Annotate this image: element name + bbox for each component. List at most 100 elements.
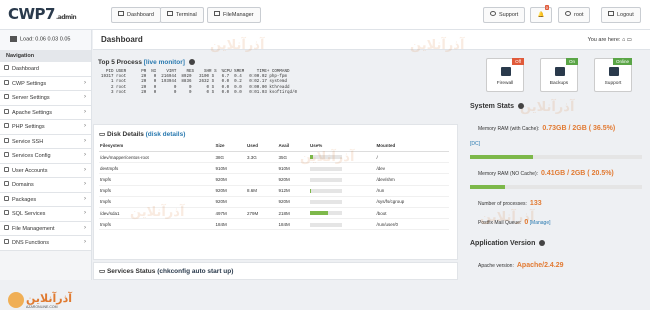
table-row: devtmpfs 910M 910M/dev <box>99 162 449 175</box>
sidebar-item-label: File Management <box>12 225 55 232</box>
usage-bar <box>310 155 342 160</box>
backups-card[interactable]: On Backups <box>540 58 578 92</box>
dashboard-button[interactable]: Dashboard <box>111 7 161 23</box>
status-badge: On <box>565 58 578 65</box>
sidebar-item-cwp-settings[interactable]: CWP Settings › <box>0 76 91 91</box>
logout-button[interactable]: Logout <box>601 7 641 23</box>
menu-icon <box>4 224 9 230</box>
column-header: Use% <box>309 141 376 152</box>
cell-mount: /run/user/0 <box>375 218 449 231</box>
gear-icon[interactable] <box>517 103 524 110</box>
disk-details-link[interactable]: (disk details) <box>146 131 186 138</box>
page-header: Dashboard You are here: ⌂ ▭ <box>93 30 650 50</box>
terminal-button[interactable]: Terminal <box>160 7 204 23</box>
menu-icon <box>4 94 9 100</box>
processes-row: Number of processes: 133 <box>478 200 542 207</box>
chkconfig-link[interactable]: (chkconfig auto start up) <box>157 268 233 275</box>
table-row: /dev/sda1 497M 279M 218M/boot <box>99 207 449 220</box>
process-list: PID USER PR NI VIRT RES SHR S %CPU %MEM … <box>93 70 458 96</box>
chevron-right-icon: › <box>84 224 86 231</box>
firewall-card[interactable]: Off Firewall <box>486 58 524 92</box>
sidebar-item-label: Service SSH <box>12 138 44 145</box>
top5-process-panel: Top 5 Process [live monitor] PID USER PR… <box>93 55 458 120</box>
menu-icon <box>4 137 9 143</box>
cell-fs: /dev/sda1 <box>99 207 215 220</box>
ram-cache-bar <box>470 155 642 159</box>
table-row: /dev/mapper/centos-root 38G 3.3G 35G / <box>99 151 449 164</box>
sidebar-item-sql-services[interactable]: SQL Services › <box>0 207 91 222</box>
menu-icon <box>4 152 9 158</box>
support-button[interactable]: Support <box>483 7 526 23</box>
gear-icon[interactable] <box>188 59 195 66</box>
sidebar-item-php-settings[interactable]: PHP Settings › <box>0 120 91 135</box>
breadcrumb: You are here: ⌂ ▭ <box>587 37 632 43</box>
dc-link[interactable]: [DC] <box>470 141 480 147</box>
cell-mount: /boot <box>375 207 449 220</box>
chevron-right-icon: › <box>84 94 86 100</box>
cell-fs: tmpfs <box>99 185 215 197</box>
cell-fs: tmpfs <box>99 218 215 231</box>
cell-fs: /dev/mapper/centos-root <box>99 151 215 164</box>
cell-size: 910M <box>214 162 246 175</box>
sidebar-item-packages[interactable]: Packages › <box>0 192 91 207</box>
top-bar: CWP7.admin Dashboard Terminal FileManage… <box>0 0 650 30</box>
sidebar-item-label: Domains <box>12 182 34 188</box>
cell-mount: /run <box>375 185 449 197</box>
cwp-logo[interactable]: CWP7.admin <box>8 5 77 23</box>
sidebar-item-dashboard[interactable]: Dashboard <box>0 62 91 77</box>
cell-size: 920M <box>214 196 246 208</box>
sidebar-item-user-accounts[interactable]: User Accounts › <box>0 163 91 178</box>
usage-bar <box>310 177 342 182</box>
usage-bar <box>310 166 342 171</box>
ram-cache-row: Memory RAM (with Cache): 0.73GB / 2GB ( 3… <box>478 125 616 132</box>
usage-bar-cell <box>309 196 376 208</box>
process-row: 3 root 20 0 0 0 0 S 0.0 0.0 0:01.03 ksof… <box>101 90 298 95</box>
backups-icon <box>555 67 565 76</box>
cell-mount: /sys/fs/cgroup <box>375 196 449 208</box>
ram-nocache-bar <box>470 185 642 189</box>
manage-link[interactable]: [Manage] <box>530 220 551 226</box>
chevron-right-icon: › <box>84 210 86 216</box>
disk-table: Filesystem Size Used Avail Use% Mounted /dev/… <box>99 141 449 231</box>
sidebar-item-dns-functions[interactable]: DNS Functions › <box>0 236 91 251</box>
usage-bar-cell <box>309 151 376 164</box>
sidebar-item-label: CWP Settings <box>12 80 47 87</box>
sidebar-item-file-management[interactable]: File Management › <box>0 221 91 236</box>
page-title: Dashboard <box>101 35 143 44</box>
usage-bar <box>310 188 342 193</box>
menu-icon <box>4 195 9 201</box>
usage-bar-cell <box>309 185 376 197</box>
sidebar-item-service-ssh[interactable]: Service SSH › <box>0 134 91 149</box>
sidebar-item-domains[interactable]: Domains › <box>0 178 91 193</box>
screen-icon[interactable]: ▭ <box>627 37 632 43</box>
sidebar-item-label: PHP Settings <box>12 124 45 130</box>
table-row: tmpfs 184M 184M/run/user/0 <box>99 218 449 231</box>
usage-bar-cell <box>309 173 376 186</box>
ram-nocache-row: Memory RAM (NO Cache): 0.41GB / 2GB ( 20.… <box>478 170 614 177</box>
cell-used <box>246 196 278 208</box>
filemanager-button[interactable]: FileManager <box>207 7 261 23</box>
watermark: آذرآنلاین <box>520 100 575 115</box>
notifications-button[interactable]: 🔔 0 <box>530 5 552 23</box>
cell-mount: / <box>375 151 449 164</box>
cell-used: 8.6M <box>246 185 278 197</box>
sidebar: Navigation Dashboard CWP Settings › Server … <box>0 50 92 309</box>
cell-avail: 35G <box>277 151 309 164</box>
apache-version-row: Apache version: Apache/2.4.29 <box>478 262 564 269</box>
gear-icon[interactable] <box>539 240 546 247</box>
status-badge: Online <box>612 58 632 65</box>
column-header: Filesystem <box>99 141 215 152</box>
firewall-icon <box>501 67 511 76</box>
user-menu[interactable]: root <box>558 7 591 23</box>
home-icon[interactable]: ⌂ <box>622 37 625 43</box>
support-card[interactable]: Online Support <box>594 58 632 92</box>
sidebar-item-server-settings[interactable]: Server Settings › <box>0 91 91 106</box>
sidebar-item-apache-settings[interactable]: Apache Settings › <box>0 105 91 120</box>
column-header: Size <box>214 141 246 152</box>
live-monitor-link[interactable]: [live monitor] <box>144 59 185 66</box>
sidebar-item-services-config[interactable]: Services Config › <box>0 149 91 164</box>
cell-used <box>246 173 278 186</box>
server-icon <box>10 36 17 42</box>
terminal-icon <box>167 11 173 17</box>
cell-fs: tmpfs <box>99 173 215 186</box>
